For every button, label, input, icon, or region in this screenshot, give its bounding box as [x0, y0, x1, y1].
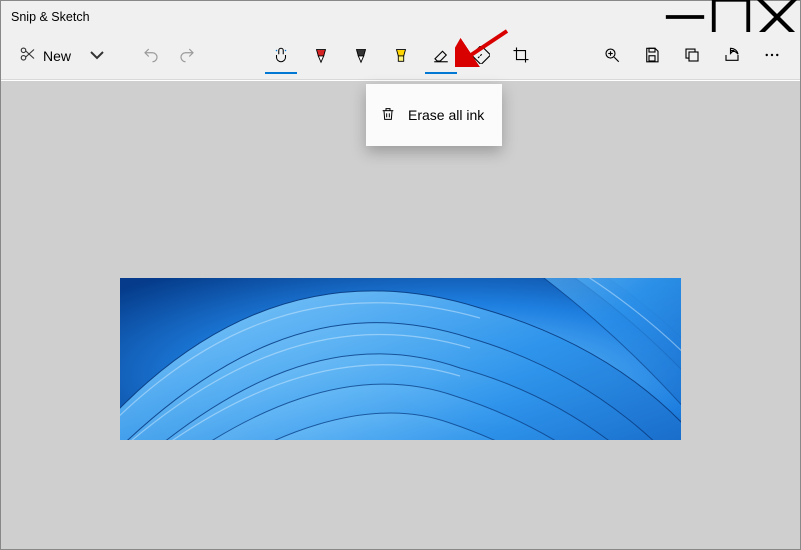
captured-image[interactable] [120, 278, 681, 440]
maximize-button[interactable] [708, 1, 754, 32]
new-snip-button[interactable]: New [13, 38, 77, 74]
minimize-button[interactable] [662, 1, 708, 32]
eraser-dropdown: Erase all ink [366, 84, 502, 146]
undo-button[interactable] [135, 38, 167, 74]
scissors-icon [19, 45, 37, 66]
more-button[interactable] [756, 38, 788, 74]
highlighter-button[interactable] [385, 38, 417, 74]
eraser-button[interactable] [425, 38, 457, 74]
zoom-button[interactable] [596, 38, 628, 74]
close-button[interactable] [754, 1, 800, 32]
titlebar: Snip & Sketch [1, 1, 800, 32]
save-button[interactable] [636, 38, 668, 74]
trash-icon [380, 106, 396, 125]
erase-all-ink-item[interactable]: Erase all ink [408, 107, 484, 123]
new-snip-dropdown[interactable] [81, 38, 113, 74]
canvas-area[interactable] [1, 81, 800, 549]
pencil-button[interactable] [345, 38, 377, 74]
copy-button[interactable] [676, 38, 708, 74]
window-title: Snip & Sketch [11, 10, 90, 24]
touch-writing-button[interactable] [265, 38, 297, 74]
toolbar: New [1, 32, 800, 80]
redo-button[interactable] [171, 38, 203, 74]
new-snip-label: New [43, 48, 71, 64]
window-controls [662, 1, 800, 32]
ballpoint-pen-button[interactable] [305, 38, 337, 74]
ruler-button[interactable] [465, 38, 497, 74]
crop-button[interactable] [505, 38, 537, 74]
share-button[interactable] [716, 38, 748, 74]
